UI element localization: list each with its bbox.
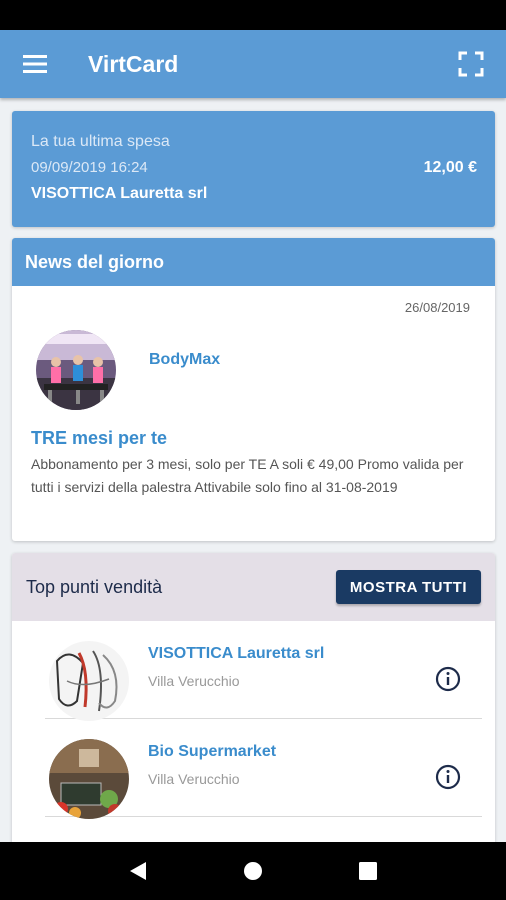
top-stores-card: Top punti vendità MOSTRA TUTTI VISOTTICA… xyxy=(12,553,495,853)
back-button[interactable] xyxy=(118,851,158,891)
store-list-item[interactable]: Bio Supermarket Villa Verucchio xyxy=(45,719,482,819)
last-purchase-datetime: 09/09/2019 16:24 xyxy=(31,159,148,176)
store-name: VISOTTICA Lauretta srl xyxy=(148,645,325,662)
last-purchase-card[interactable]: La tua ultima spesa 09/09/2019 16:24 VIS… xyxy=(12,111,495,227)
news-title[interactable]: TRE mesi per te xyxy=(31,428,167,449)
store-city: Villa Verucchio xyxy=(148,771,240,787)
news-card[interactable]: News del giorno 26/08/2019 BodyMax TRE m… xyxy=(12,238,495,541)
info-icon xyxy=(435,764,461,790)
top-stores-header: Top punti vendità MOSTRA TUTTI xyxy=(12,553,495,621)
info-icon xyxy=(435,666,461,692)
last-purchase-label: La tua ultima spesa xyxy=(31,133,170,150)
last-purchase-merchant: VISOTTICA Lauretta srl xyxy=(31,185,208,202)
news-merchant-name[interactable]: BodyMax xyxy=(149,351,220,369)
news-merchant-avatar xyxy=(36,330,116,410)
news-date: 26/08/2019 xyxy=(404,300,470,315)
info-button[interactable] xyxy=(435,764,461,790)
status-bar xyxy=(0,0,506,30)
recents-icon xyxy=(359,862,378,880)
store-thumbnail xyxy=(49,739,129,819)
home-icon xyxy=(243,862,262,880)
menu-icon xyxy=(23,55,47,73)
fullscreen-scan-button[interactable] xyxy=(436,30,506,98)
store-list-item[interactable]: VISOTTICA Lauretta srl Villa Verucchio xyxy=(45,621,482,721)
top-stores-title: Top punti vendità xyxy=(26,576,163,597)
app-title: VirtCard xyxy=(88,50,179,77)
store-thumbnail xyxy=(49,641,129,721)
store-name: Bio Supermarket xyxy=(148,743,277,760)
info-button[interactable] xyxy=(435,666,461,692)
store-city: Villa Verucchio xyxy=(148,673,240,689)
last-purchase-amount: 12,00 € xyxy=(423,159,477,176)
show-all-button[interactable]: MOSTRA TUTTI xyxy=(335,570,481,604)
news-body: Abbonamento per 3 mesi, solo per TE A so… xyxy=(31,456,464,495)
home-button[interactable] xyxy=(233,851,273,891)
system-nav-bar xyxy=(0,842,506,900)
menu-button[interactable] xyxy=(0,30,70,98)
app-bar: VirtCard xyxy=(0,30,506,98)
news-header: News del giorno xyxy=(12,238,495,286)
fullscreen-scan-icon xyxy=(458,51,484,77)
recents-button[interactable] xyxy=(348,851,388,891)
back-icon xyxy=(129,862,146,880)
